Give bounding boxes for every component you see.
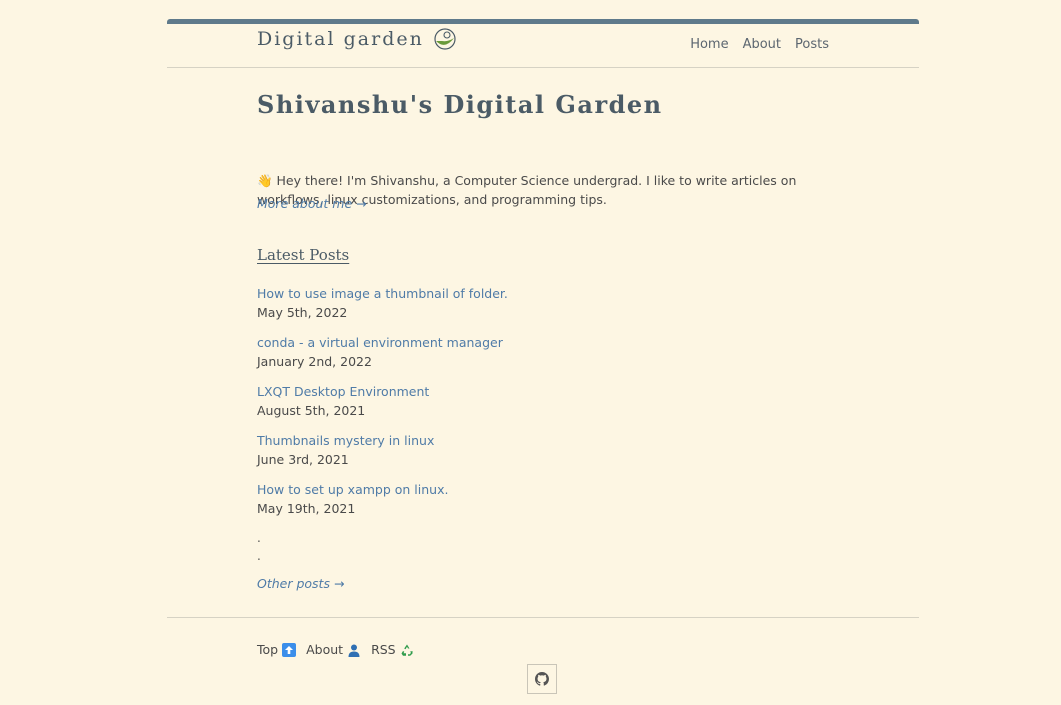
- recycle-icon: [401, 644, 413, 656]
- nav-posts-link[interactable]: Posts: [795, 37, 829, 52]
- post-title-link[interactable]: LXQT Desktop Environment: [257, 382, 508, 401]
- other-posts-link[interactable]: Other posts →: [257, 576, 344, 591]
- nav-about-link[interactable]: About: [743, 37, 781, 52]
- post-date: August 5th, 2021: [257, 403, 366, 418]
- github-icon: [535, 672, 549, 686]
- top-accent-bar: [167, 19, 919, 24]
- main-nav: Home About Posts: [690, 37, 829, 52]
- post-item: conda - a virtual environment manager Ja…: [257, 333, 508, 371]
- post-title-link[interactable]: How to set up xampp on linux.: [257, 480, 508, 499]
- post-item: Thumbnails mystery in linux June 3rd, 20…: [257, 431, 508, 469]
- dot: .: [257, 531, 261, 545]
- github-button[interactable]: [527, 664, 557, 694]
- site-brand[interactable]: Digital garden: [257, 28, 456, 50]
- post-date: June 3rd, 2021: [257, 452, 349, 467]
- footer-rss-label: RSS: [371, 642, 396, 657]
- person-icon: [348, 644, 360, 657]
- dot: .: [257, 549, 261, 563]
- latest-posts-heading: Latest Posts: [257, 246, 350, 264]
- post-date: May 5th, 2022: [257, 305, 348, 320]
- post-date: May 19th, 2021: [257, 501, 356, 516]
- post-item: LXQT Desktop Environment August 5th, 202…: [257, 382, 508, 420]
- footer-about-link[interactable]: About: [306, 642, 361, 657]
- header-divider: [167, 67, 919, 68]
- nav-home-link[interactable]: Home: [690, 37, 728, 52]
- posts-list: How to use image a thumbnail of folder. …: [257, 284, 508, 529]
- page-title: Shivanshu's Digital Garden: [257, 90, 663, 119]
- ellipsis-dots: . .: [257, 529, 261, 565]
- post-item: How to use image a thumbnail of folder. …: [257, 284, 508, 322]
- post-title-link[interactable]: conda - a virtual environment manager: [257, 333, 508, 352]
- footer-top-label: Top: [257, 642, 279, 657]
- footer-divider: [167, 617, 919, 618]
- footer-rss-link[interactable]: RSS: [371, 642, 414, 657]
- arrow-up-icon: [282, 642, 297, 657]
- post-title-link[interactable]: How to use image a thumbnail of folder.: [257, 284, 508, 303]
- leaf-logo-icon: [434, 28, 456, 50]
- site-brand-label: Digital garden: [257, 28, 424, 50]
- more-about-me-link[interactable]: More about me →: [257, 196, 367, 211]
- post-date: January 2nd, 2022: [257, 354, 372, 369]
- page: Digital garden Home About Posts Shivansh…: [0, 0, 1061, 705]
- post-title-link[interactable]: Thumbnails mystery in linux: [257, 431, 508, 450]
- footer-links: Top About RSS: [257, 642, 414, 657]
- post-item: How to set up xampp on linux. May 19th, …: [257, 480, 508, 518]
- footer-about-label: About: [306, 642, 344, 657]
- footer-top-link[interactable]: Top: [257, 642, 297, 657]
